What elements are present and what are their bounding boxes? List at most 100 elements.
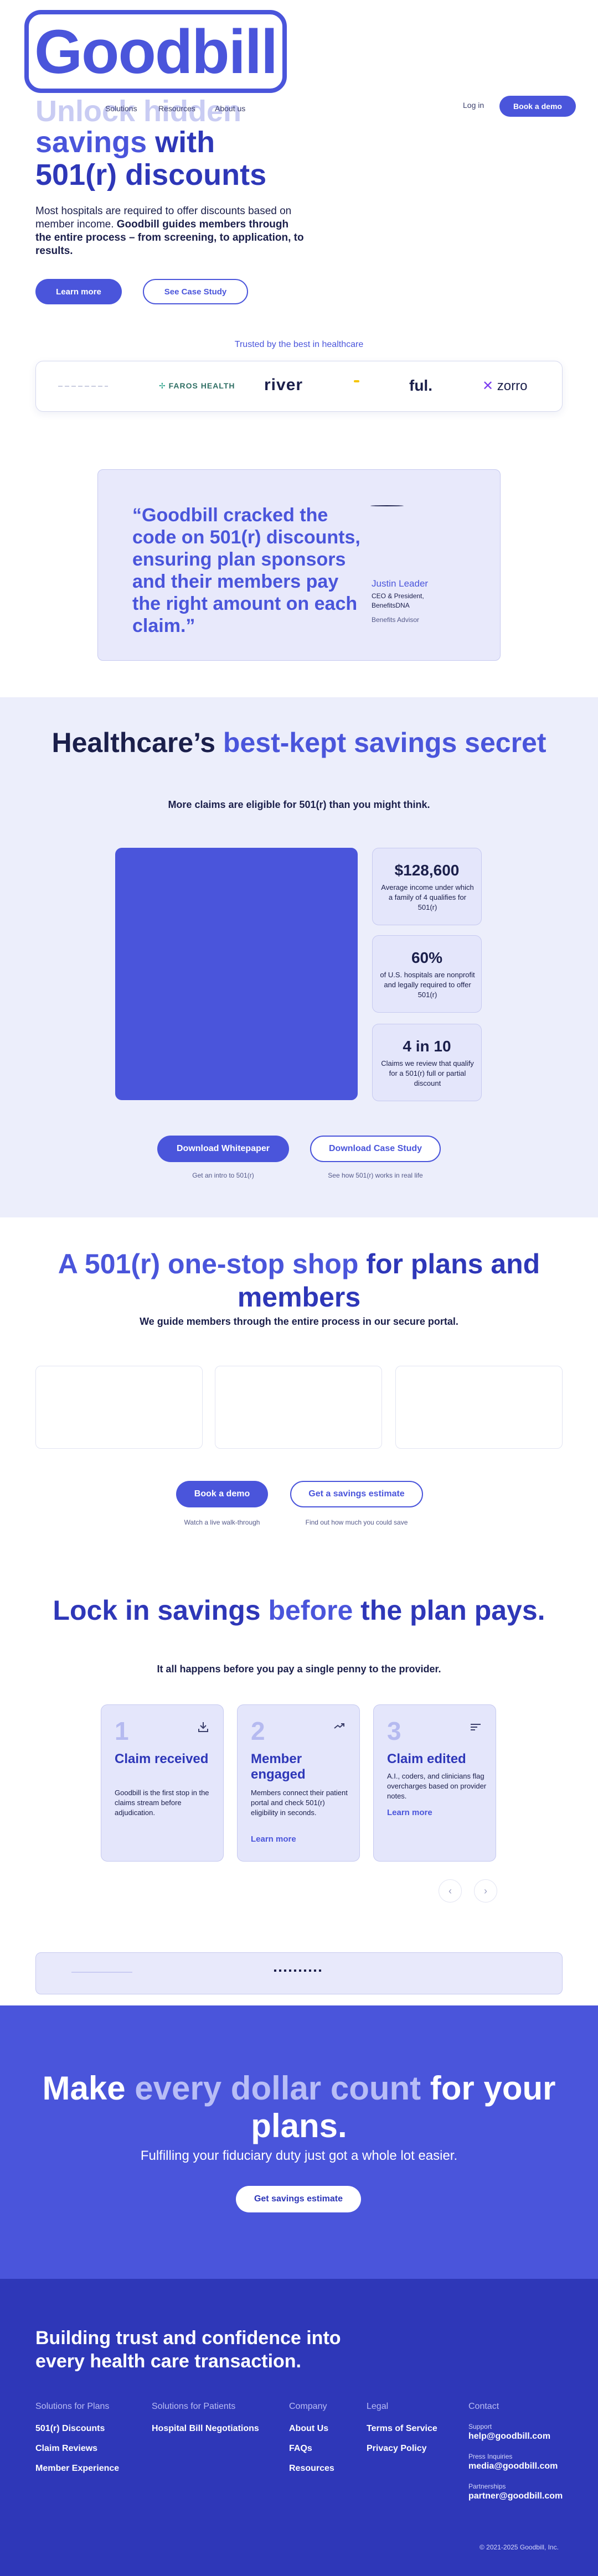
lock-title-accent: before: [268, 1595, 353, 1626]
carousel-prev-button[interactable]: ‹: [439, 1879, 462, 1903]
secret-title: Healthcare’s best-kept savings secret: [0, 726, 598, 759]
lock-title-part1: Lock in savings: [53, 1595, 269, 1626]
footer-link[interactable]: Member Experience: [35, 2464, 119, 2474]
footer-link[interactable]: FAQs: [289, 2444, 312, 2454]
step-card: 3 Claim edited A.I., coders, and clinici…: [373, 1704, 496, 1862]
testimonial-author-name: Justin Leader: [372, 578, 429, 589]
cta-title-part1: Make: [42, 2070, 135, 2107]
footer-tagline: Building trust and confidence into every…: [35, 2328, 341, 2372]
see-case-study-button[interactable]: See Case Study: [143, 279, 248, 304]
onestop-subtitle: We guide members through the entire proc…: [140, 1316, 458, 1327]
step-title: Claim edited: [387, 1751, 466, 1766]
onestop-book-demo-button[interactable]: Book a demo: [176, 1481, 268, 1507]
step-number: 1: [115, 1717, 129, 1745]
stat-desc: Average income under which a family of 4…: [381, 883, 474, 911]
step-desc: Members connect their patient portal and…: [251, 1789, 348, 1817]
testimonial-author-title: CEO & President, BenefitsDNA: [372, 592, 424, 609]
stat-value: 60%: [411, 949, 443, 966]
step-number: 3: [387, 1717, 401, 1745]
partner-logo-faros: ✢ FAROS HEALTH: [159, 381, 235, 390]
estimate-caption: Find out how much you could save: [305, 1518, 408, 1526]
chevron-right-icon: ›: [484, 1885, 487, 1896]
book-demo-button[interactable]: Book a demo: [499, 96, 576, 117]
footer-link[interactable]: Resources: [289, 2464, 334, 2474]
press-email-link[interactable]: media@goodbill.com: [468, 2461, 558, 2471]
learn-more-link[interactable]: Learn more: [251, 1834, 296, 1844]
stat-value: 4 in 10: [403, 1038, 451, 1055]
carousel-next-button[interactable]: ›: [474, 1879, 497, 1903]
zorro-icon: ✕: [482, 379, 494, 393]
learn-more-link[interactable]: Learn more: [387, 1808, 432, 1817]
logo-text: Goodbill: [34, 17, 278, 86]
download-tray-icon: [197, 1720, 210, 1737]
footer-link[interactable]: 501(r) Discounts: [35, 2424, 105, 2434]
footer-heading-patients: Solutions for Patients: [152, 2402, 236, 2411]
portal-card: [35, 1366, 203, 1449]
step-desc: Goodbill is the first stop in the claims…: [115, 1789, 209, 1817]
secret-title-plain: Healthcare’s: [51, 727, 223, 758]
copyright: © 2021-2025 Goodbill, Inc.: [480, 2543, 559, 2551]
onestop-title: A 501(r) one-stop shop for plans and mem…: [0, 1247, 598, 1314]
partner-logo-faded: [58, 386, 108, 387]
onestop-title-accent: A 501(r) one-stop shop: [58, 1248, 359, 1279]
strip-decoration: [274, 1969, 324, 1972]
login-link[interactable]: Log in: [463, 101, 484, 110]
stat-card: 60% of U.S. hospitals are nonprofit and …: [372, 935, 482, 1013]
faros-icon: ✢: [159, 381, 169, 390]
step-card: 2 Member engaged Members connect their p…: [237, 1704, 360, 1862]
savings-estimate-button[interactable]: Get a savings estimate: [290, 1481, 423, 1507]
portal-card: [395, 1366, 563, 1449]
footer-link[interactable]: About Us: [289, 2424, 328, 2434]
footer-heading-contact: Contact: [468, 2402, 499, 2411]
footer-link[interactable]: Hospital Bill Negotiations: [152, 2424, 259, 2434]
download-whitepaper-button[interactable]: Download Whitepaper: [157, 1136, 289, 1162]
stat-desc: of U.S. hospitals are nonprofit and lega…: [380, 971, 475, 999]
demo-caption: Watch a live walk-through: [184, 1518, 260, 1526]
chevron-left-icon: ‹: [448, 1885, 452, 1896]
strip-decoration: [71, 1972, 132, 1973]
logo[interactable]: Goodbill: [24, 10, 287, 93]
support-email-link[interactable]: help@goodbill.com: [468, 2432, 550, 2442]
partnerships-label: Partnerships: [468, 2482, 506, 2490]
partner-logo-zorro: ✕ zorro: [482, 379, 528, 393]
footer-heading-plans: Solutions for Plans: [35, 2402, 110, 2411]
nav-solutions[interactable]: Solutions: [105, 104, 137, 113]
support-label: Support: [468, 2423, 492, 2430]
footer-link[interactable]: Claim Reviews: [35, 2444, 97, 2454]
step-title: Member engaged: [251, 1751, 306, 1782]
trusted-label: Trusted by the best in healthcare: [234, 340, 364, 349]
edit-lines-icon: [469, 1720, 482, 1737]
partnerships-email-link[interactable]: partner@goodbill.com: [468, 2491, 563, 2501]
testimonial-quote: “Goodbill cracked the code on 501(r) dis…: [132, 505, 360, 636]
lock-title: Lock in savings before the plan pays.: [0, 1594, 598, 1627]
lock-subtitle: It all happens before you pay a single p…: [157, 1663, 441, 1675]
cta-subtitle: Fulfilling your fiduciary duty just got …: [140, 2148, 458, 2163]
nav-resources[interactable]: Resources: [158, 104, 195, 113]
partner-logo-ful: ful.: [409, 377, 432, 394]
footer-heading-legal: Legal: [367, 2402, 389, 2411]
footer-link[interactable]: Terms of Service: [367, 2424, 437, 2434]
stat-card: $128,600 Average income under which a fa…: [372, 848, 482, 925]
author-photo-edge: [370, 505, 404, 506]
footer-link[interactable]: Privacy Policy: [367, 2444, 427, 2454]
case-study-caption: See how 501(r) works in real life: [328, 1172, 423, 1179]
nav-about-us[interactable]: About us: [215, 104, 245, 113]
cta-title-accent: every dollar count: [135, 2070, 421, 2107]
partner-logo-river: river: [264, 376, 303, 394]
lock-title-part3: the plan pays.: [353, 1595, 545, 1626]
hero-title-line2: savings with: [35, 125, 215, 159]
footer-heading-company: Company: [289, 2402, 327, 2411]
step-desc: A.I., coders, and clinicians flag overch…: [387, 1772, 487, 1800]
partner-logo-yellow-icon: [354, 380, 359, 382]
testimonial-card: “Goodbill cracked the code on 501(r) dis…: [97, 469, 501, 661]
press-label: Press Inquiries: [468, 2453, 513, 2460]
hero-title-faded: Unlock hidden: [35, 95, 242, 128]
portal-card: [215, 1366, 382, 1449]
secret-title-accent: best-kept savings secret: [223, 727, 547, 758]
download-case-study-button[interactable]: Download Case Study: [310, 1136, 441, 1162]
trend-icon: [333, 1720, 346, 1737]
secret-visual-panel: [115, 848, 358, 1100]
get-savings-estimate-button[interactable]: Get savings estimate: [236, 2186, 361, 2212]
hero-title-accent: savings: [35, 126, 147, 159]
learn-more-button[interactable]: Learn more: [35, 279, 122, 304]
